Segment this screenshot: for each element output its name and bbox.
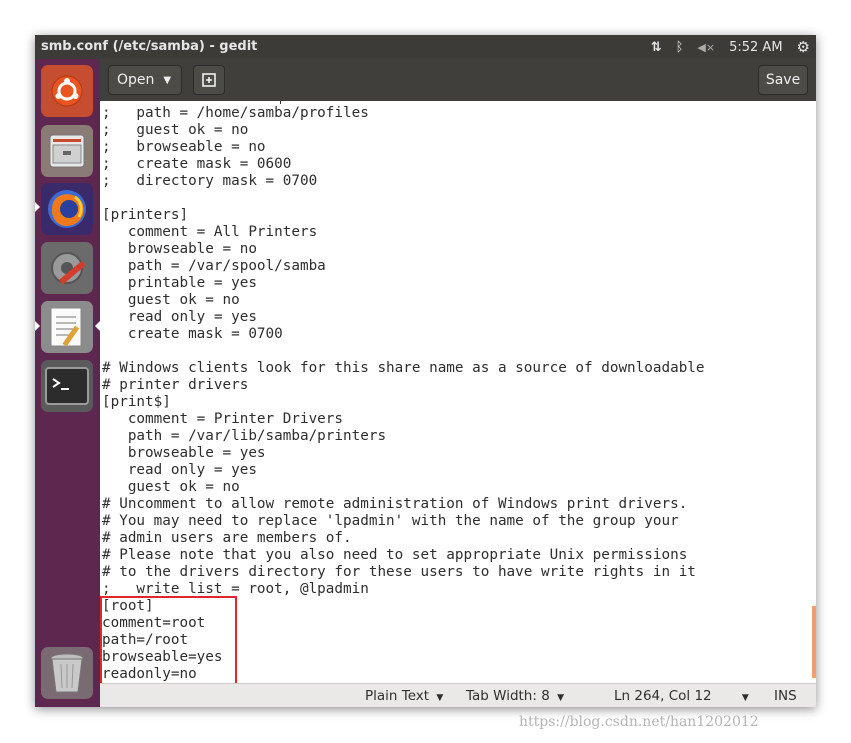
open-button[interactable]: Open ▼ bbox=[108, 65, 182, 95]
text-editor-running-indicator bbox=[35, 321, 40, 331]
chevron-down-icon: ▼ bbox=[163, 74, 172, 86]
code-line[interactable]: ; path = /home/samba/profiles bbox=[102, 105, 705, 122]
firefox-icon bbox=[48, 190, 86, 228]
cursor-position[interactable]: Ln 264, Col 12 ▼ bbox=[614, 688, 749, 704]
code-line[interactable]: guest ok = no bbox=[102, 479, 705, 496]
code-line[interactable] bbox=[102, 343, 705, 360]
new-tab-button[interactable] bbox=[193, 65, 225, 95]
code-line[interactable]: comment = Printer Drivers bbox=[102, 411, 705, 428]
launcher bbox=[35, 59, 100, 707]
code-line[interactable]: ; browseable = no bbox=[102, 139, 705, 156]
code-line[interactable]: # Please note that you also need to set … bbox=[102, 547, 705, 564]
gedit-window: smb.conf (/etc/samba) - gedit ⇅ ᛒ ◀× 5:5… bbox=[35, 35, 816, 707]
insert-mode[interactable]: INS bbox=[774, 688, 797, 704]
code-line[interactable]: printable = yes bbox=[102, 275, 705, 292]
status-bar: Plain Text ▼ Tab Width: 8 ▼ Ln 264, Col … bbox=[100, 683, 816, 707]
ubuntu-logo-icon bbox=[51, 75, 83, 107]
code-line[interactable]: path = /var/spool/samba bbox=[102, 258, 705, 275]
launcher-system-settings[interactable] bbox=[41, 242, 93, 294]
code-line[interactable]: read only = yes bbox=[102, 309, 705, 326]
code-line[interactable]: # to the drivers directory for these use… bbox=[102, 564, 705, 581]
highlight-box bbox=[100, 596, 237, 683]
bluetooth-icon[interactable]: ᛒ bbox=[676, 40, 684, 55]
code-line[interactable]: browseable = yes bbox=[102, 445, 705, 462]
save-label: Save bbox=[765, 72, 801, 88]
language-label: Plain Text bbox=[365, 688, 430, 704]
tab-width-label: Tab Width: 8 bbox=[466, 688, 550, 704]
save-button[interactable]: Save bbox=[758, 65, 808, 95]
code-line[interactable] bbox=[102, 190, 705, 207]
settings-icon[interactable]: ⚙ bbox=[797, 38, 810, 56]
cursor-position-label: Ln 264, Col 12 bbox=[614, 688, 712, 704]
clock[interactable]: 5:52 AM bbox=[729, 40, 782, 55]
code-line[interactable]: # Windows clients look for this share na… bbox=[102, 360, 705, 377]
network-icon[interactable]: ⇅ bbox=[651, 40, 662, 55]
code-line[interactable]: comment = All Printers bbox=[102, 224, 705, 241]
launcher-text-editor[interactable] bbox=[41, 301, 93, 353]
watermark: https://blog.csdn.net/han1202012 bbox=[519, 714, 759, 730]
system-tray: ⇅ ᛒ ◀× 5:52 AM ⚙ bbox=[651, 38, 810, 56]
code-line[interactable]: ; guest ok = no bbox=[102, 122, 705, 139]
system-settings-icon bbox=[51, 252, 85, 284]
language-selector[interactable]: Plain Text ▼ bbox=[365, 688, 443, 704]
code-line[interactable]: [print$] bbox=[102, 394, 705, 411]
open-label: Open bbox=[117, 72, 155, 88]
files-icon bbox=[49, 134, 85, 168]
code-line[interactable]: ; directory mask = 0700 bbox=[102, 173, 705, 190]
code-line[interactable]: create mask = 0700 bbox=[102, 326, 705, 343]
code-line[interactable]: # admin users are members of. bbox=[102, 530, 705, 547]
text-editor-area[interactable]: ; path = /home/samba/profiles; guest ok … bbox=[100, 101, 816, 683]
code-line[interactable]: [printers] bbox=[102, 207, 705, 224]
code-line[interactable]: # You may need to replace 'lpadmin' with… bbox=[102, 513, 705, 530]
code-line[interactable]: path = /var/lib/samba/printers bbox=[102, 428, 705, 445]
chevron-down-icon: ▼ bbox=[436, 693, 444, 703]
launcher-terminal[interactable] bbox=[41, 360, 93, 412]
chevron-down-icon: ▼ bbox=[741, 693, 749, 703]
tab-width-selector[interactable]: Tab Width: 8 ▼ bbox=[466, 688, 564, 704]
code-line[interactable]: # printer drivers bbox=[102, 377, 705, 394]
launcher-ubuntu-dash[interactable] bbox=[41, 65, 93, 117]
text-editor-icon bbox=[50, 307, 82, 347]
text-caret-marker bbox=[280, 101, 281, 104]
top-panel: smb.conf (/etc/samba) - gedit ⇅ ᛒ ◀× 5:5… bbox=[35, 35, 816, 59]
code-line[interactable]: browseable = no bbox=[102, 241, 705, 258]
chevron-down-icon: ▼ bbox=[557, 693, 565, 703]
terminal-icon bbox=[45, 367, 89, 405]
launcher-files[interactable] bbox=[41, 125, 93, 177]
vertical-scrollbar[interactable] bbox=[812, 606, 816, 678]
new-document-icon bbox=[202, 73, 216, 87]
code-line[interactable]: guest ok = no bbox=[102, 292, 705, 309]
code-line[interactable]: read only = yes bbox=[102, 462, 705, 479]
firefox-running-indicator bbox=[35, 202, 40, 212]
volume-icon[interactable]: ◀× bbox=[697, 41, 715, 54]
launcher-firefox[interactable] bbox=[41, 183, 93, 235]
header-bar: Open ▼ Save bbox=[100, 59, 816, 101]
code-line[interactable]: ; create mask = 0600 bbox=[102, 156, 705, 173]
window-title: smb.conf (/etc/samba) - gedit bbox=[41, 39, 258, 54]
trash-icon bbox=[50, 653, 84, 693]
code-line[interactable]: # Uncomment to allow remote administrati… bbox=[102, 496, 705, 513]
launcher-trash[interactable] bbox=[41, 647, 93, 699]
